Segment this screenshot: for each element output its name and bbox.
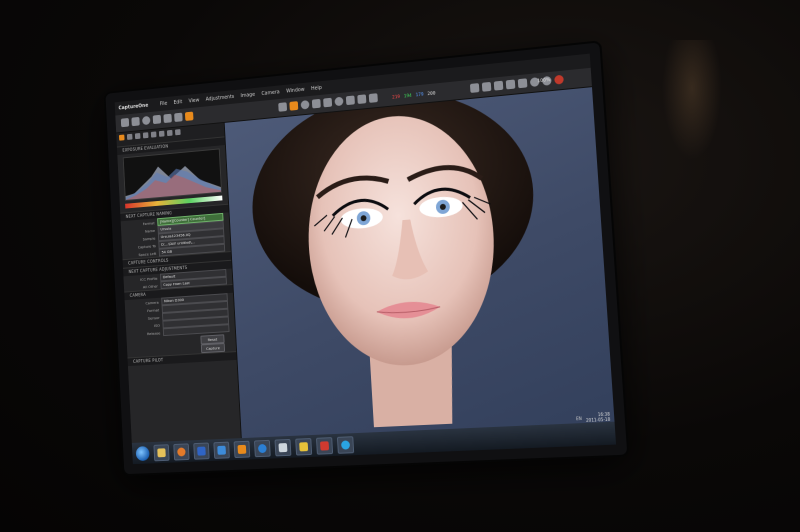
menu-help[interactable]: Help — [311, 85, 322, 92]
spot-removal-icon[interactable] — [334, 96, 344, 107]
zoom-icon[interactable] — [300, 100, 310, 110]
cursor-icon[interactable] — [278, 102, 288, 112]
readout-red: 219 — [392, 94, 401, 101]
folder-icon[interactable] — [184, 111, 194, 121]
rotate-left-icon[interactable] — [163, 113, 172, 124]
word-taskbar-icon[interactable] — [193, 442, 210, 460]
brush-icon[interactable] — [357, 94, 367, 105]
menu-view[interactable]: View — [188, 98, 199, 105]
hand-icon[interactable] — [289, 101, 299, 111]
readout-luma: 200 — [427, 91, 436, 98]
alien-taskbar-icon[interactable] — [274, 438, 292, 456]
rotate-right-icon[interactable] — [174, 112, 183, 122]
menu-camera[interactable]: Camera — [261, 89, 280, 97]
text-icon[interactable] — [505, 79, 516, 90]
capture-button[interactable]: Capture — [200, 343, 226, 354]
app-title: CaptureOne — [118, 102, 149, 112]
readout-blue: 179 — [415, 92, 424, 99]
menu-edit[interactable]: Edit — [173, 99, 182, 106]
readout-green: 194 — [403, 93, 412, 100]
tool-panel: EXPOSURE EVALUATION NEXT CAPTURE NAMING … — [116, 122, 242, 443]
language-indicator[interactable]: EN — [576, 415, 582, 420]
python-taskbar-icon[interactable] — [295, 437, 313, 456]
exposure-tab-icon[interactable] — [142, 132, 149, 139]
histogram — [122, 148, 223, 201]
straighten-icon[interactable] — [323, 97, 333, 108]
close-icon[interactable] — [554, 74, 564, 85]
rgb-readout: 219 194 179 200 — [392, 91, 436, 100]
folder-taskbar-icon[interactable] — [153, 443, 170, 461]
background-lamp — [662, 40, 722, 160]
warning-icon[interactable] — [481, 81, 492, 92]
lens-tab-icon[interactable] — [150, 131, 157, 138]
trash-icon[interactable] — [152, 114, 162, 125]
exposure-warning-icon[interactable] — [517, 78, 528, 89]
image-viewer[interactable] — [224, 87, 615, 439]
camera-rows: Camera Nikon D300 Format Sensor ISO Release — [125, 293, 235, 339]
menu-adjustments[interactable]: Adjustments — [206, 94, 235, 103]
monitor: CaptureOne File Edit View Adjustments Im… — [105, 42, 628, 475]
media-taskbar-icon[interactable] — [315, 436, 334, 455]
picker-icon[interactable] — [345, 95, 355, 106]
app-taskbar-icon[interactable] — [233, 440, 251, 458]
metadata-tab-icon[interactable] — [166, 129, 173, 137]
eraser-icon[interactable] — [368, 93, 378, 103]
chrome-taskbar-icon[interactable] — [253, 439, 271, 457]
compare-icon[interactable] — [493, 80, 504, 91]
histogram-graph — [124, 160, 223, 200]
grid-icon[interactable] — [469, 83, 480, 93]
details-tab-icon[interactable] — [158, 130, 165, 137]
portrait-photo — [246, 87, 541, 428]
import-icon[interactable] — [120, 117, 130, 128]
skype-taskbar-icon[interactable] — [336, 435, 355, 454]
color-tab-icon[interactable] — [134, 132, 141, 140]
start-orb-icon[interactable] — [135, 445, 150, 461]
menu-window[interactable]: Window — [286, 87, 305, 95]
photoshop-taskbar-icon[interactable] — [213, 441, 230, 459]
firefox-taskbar-icon[interactable] — [173, 442, 190, 461]
capture-tab-icon[interactable] — [118, 134, 125, 141]
library-tab-icon[interactable] — [126, 133, 133, 140]
output-tab-icon[interactable] — [174, 129, 181, 136]
camera-icon[interactable] — [142, 115, 151, 126]
menu-image[interactable]: Image — [240, 92, 255, 99]
crop-icon[interactable] — [311, 98, 321, 109]
browse-icon[interactable] — [131, 116, 140, 127]
screen: CaptureOne File Edit View Adjustments Im… — [114, 53, 617, 465]
menu-file[interactable]: File — [160, 101, 168, 107]
